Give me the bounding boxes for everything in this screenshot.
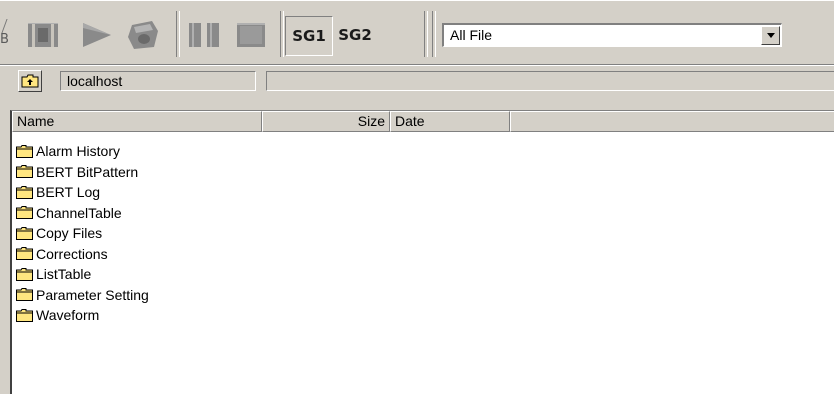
list-item[interactable]: Waveform <box>12 305 834 326</box>
file-list: Name Size Date Alarm History BERT BitPat… <box>10 110 834 394</box>
list-item[interactable]: BERT Log <box>12 182 834 203</box>
pause-icon <box>189 23 219 47</box>
column-header-date[interactable]: Date <box>390 111 510 132</box>
list-item[interactable]: BERT BitPattern <box>12 162 834 183</box>
stop-icon <box>237 23 265 47</box>
folder-up-icon <box>21 74 39 88</box>
list-item[interactable]: ChannelTable <box>12 203 834 224</box>
folder-icon <box>16 144 33 158</box>
parent-folder-button[interactable] <box>18 70 42 92</box>
folder-icon <box>16 288 33 302</box>
list-rows: Alarm History BERT BitPattern BERT Log C… <box>12 141 834 326</box>
list-item-label: Parameter Setting <box>36 286 149 303</box>
file-filter-dropdown-button[interactable] <box>761 26 780 45</box>
record-icon <box>28 23 58 47</box>
file-browser-window: B SG1 SG2 All File localhost Name Size D… <box>0 0 834 394</box>
pause-button[interactable] <box>182 16 228 54</box>
folder-icon <box>16 206 33 220</box>
folder-icon <box>16 165 33 179</box>
list-item-label: BERT Log <box>36 184 101 201</box>
record-button[interactable] <box>22 16 64 54</box>
play-button[interactable] <box>76 16 116 54</box>
cutoff-toolbar-fragment: B <box>0 19 12 55</box>
list-header: Name Size Date <box>12 111 834 132</box>
path-field[interactable] <box>266 71 834 91</box>
list-item-label: Alarm History <box>36 143 121 160</box>
list-item-label: ListTable <box>36 266 92 283</box>
column-header-extra[interactable] <box>510 111 834 132</box>
list-item-label: Waveform <box>36 307 100 324</box>
path-bar: localhost <box>10 66 834 96</box>
toolbar-divider <box>424 11 428 57</box>
column-header-name[interactable]: Name <box>12 111 262 132</box>
sg2-button[interactable]: SG2 <box>332 16 378 54</box>
host-field[interactable]: localhost <box>60 71 256 91</box>
folder-icon <box>16 185 33 199</box>
folder-icon <box>16 226 33 240</box>
toolbar-divider <box>176 11 180 57</box>
list-item[interactable]: Corrections <box>12 244 834 265</box>
play-icon <box>83 23 111 47</box>
column-header-size[interactable]: Size <box>262 111 390 132</box>
folder-icon <box>16 247 33 261</box>
toolbar: B SG1 SG2 All File <box>0 0 834 67</box>
sg1-button[interactable]: SG1 <box>285 16 333 56</box>
list-item[interactable]: Copy Files <box>12 223 834 244</box>
folder-icon <box>16 267 33 281</box>
list-item-label: ChannelTable <box>36 204 122 221</box>
toolbar-divider <box>432 11 436 57</box>
save-disk-icon <box>128 21 158 49</box>
list-item[interactable]: Alarm History <box>12 141 834 162</box>
chevron-down-icon <box>766 33 775 38</box>
file-filter-value: All File <box>450 27 493 43</box>
save-button[interactable] <box>122 16 166 54</box>
list-item-label: Corrections <box>36 245 108 262</box>
file-filter-select[interactable]: All File <box>442 23 782 47</box>
list-item[interactable]: Parameter Setting <box>12 285 834 306</box>
stop-button[interactable] <box>230 16 274 54</box>
list-item-label: BERT BitPattern <box>36 163 139 180</box>
sg1-label: SG1 <box>292 27 326 45</box>
toolbar-divider <box>280 11 284 57</box>
list-item[interactable]: ListTable <box>12 264 834 285</box>
sg2-label: SG2 <box>338 26 372 44</box>
list-item-label: Copy Files <box>36 225 103 242</box>
folder-icon <box>16 308 33 322</box>
